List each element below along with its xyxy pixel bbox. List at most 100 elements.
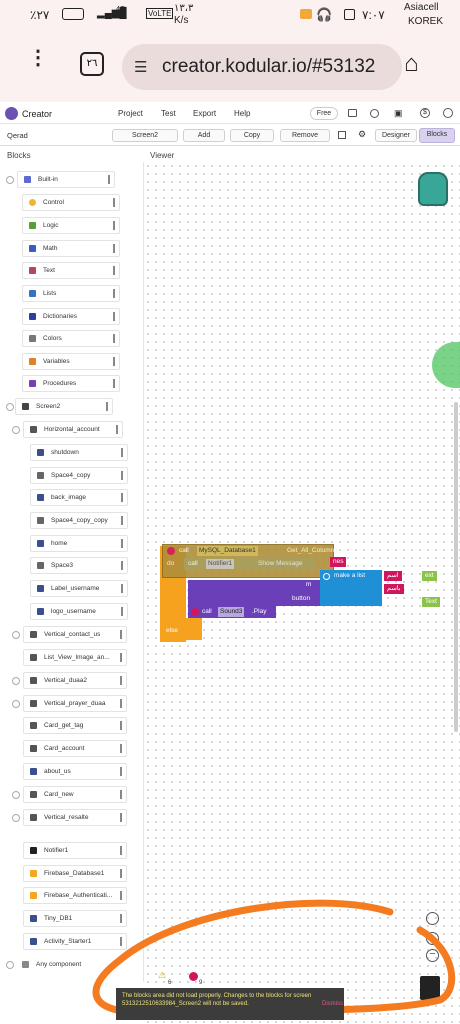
add-screen-button[interactable]: Add (183, 129, 225, 142)
list-item-text-1[interactable]: اسم (384, 571, 402, 581)
error-icon (167, 547, 175, 555)
sidebar-item-procedures[interactable]: Procedures (22, 375, 120, 392)
blocks-pane-title: Blocks (7, 151, 31, 160)
card-new-expand-icon[interactable] (12, 791, 20, 799)
sidebar-item-vertical-contact-us[interactable]: Vertical_contact_us (23, 626, 127, 643)
list-item-value-1[interactable]: ext (422, 571, 437, 581)
remove-screen-button[interactable]: Remove (280, 129, 330, 142)
menu-project[interactable]: Project (118, 109, 143, 118)
gift-icon[interactable]: ▣ (394, 108, 403, 119)
url-field[interactable]: ☰ creator.kodular.io/#53132 (122, 44, 402, 90)
card-icon (30, 791, 37, 798)
sidebar-item-colors[interactable]: Colors (22, 330, 120, 347)
list-item-text-2[interactable]: باسم (384, 584, 404, 594)
sidebar-item-list-view[interactable]: List_View_Image_an... (23, 649, 127, 666)
if-else-footer[interactable]: else (160, 618, 202, 640)
builtin-expand-icon[interactable] (6, 176, 14, 184)
logic-icon (29, 222, 36, 229)
vertical-contact-expand-icon[interactable] (12, 631, 20, 639)
sidebar-item-control[interactable]: Control (22, 194, 120, 211)
designer-button[interactable]: Designer (375, 129, 417, 142)
folder-icon[interactable] (348, 109, 357, 117)
menu-export[interactable]: Export (193, 109, 216, 118)
settings-icon[interactable]: ⚙ (358, 129, 366, 140)
whatsapp-bubble-icon[interactable] (432, 342, 460, 388)
sidebar-item-logo-username[interactable]: logo_username (30, 603, 128, 620)
sidebar-item-variables[interactable]: Variables (22, 353, 120, 370)
any-component-icon (22, 961, 29, 968)
blocks-button[interactable]: Blocks (419, 128, 455, 143)
call-sound-block[interactable]: call Sound3 .Play (188, 606, 276, 618)
notifier-dropdown[interactable]: Notifier1 (206, 559, 235, 569)
text-nes-block[interactable]: nes (330, 557, 347, 567)
sidebar-item-dictionaries[interactable]: Dictionaries (22, 308, 120, 325)
sidebar-item-space4-copy-copy[interactable]: Space4_copy_copy (30, 512, 128, 529)
call-label: call (179, 547, 189, 554)
sidebar-item-label-username[interactable]: Label_username (30, 580, 128, 597)
url-text[interactable]: creator.kodular.io/#53132 (162, 56, 398, 78)
dismiss-button[interactable]: Dismiss (322, 1000, 343, 1008)
sidebar-item-logic[interactable]: Logic (22, 217, 120, 234)
plan-badge[interactable]: Free (310, 107, 338, 120)
sidebar-item-text[interactable]: Text (22, 262, 120, 279)
account-icon[interactable] (443, 108, 453, 118)
sidebar-item-horizontal-account[interactable]: Horizontal_account (23, 421, 123, 438)
workspace-scrollbar[interactable] (454, 402, 458, 732)
palette-icon[interactable] (370, 109, 379, 118)
sidebar-item-back-image[interactable]: back_image (30, 489, 128, 506)
sidebar-item-notifier1[interactable]: Notifier1 (23, 842, 127, 859)
sidebar-item-screen2[interactable]: Screen2 (15, 398, 113, 415)
sidebar-item-home[interactable]: home (30, 535, 128, 552)
space-icon (37, 472, 44, 479)
backpack-icon[interactable] (418, 172, 448, 206)
tabs-count-button[interactable]: ٢٦ (80, 52, 104, 76)
call-label-2: call (188, 560, 198, 567)
kebab-menu-icon[interactable]: ⋮ (28, 48, 48, 68)
database-icon (30, 915, 37, 922)
sidebar-item-vertical-duaa2[interactable]: Vertical_duaa2 (23, 672, 127, 689)
procedures-icon (29, 380, 36, 387)
sidebar-item-builtin[interactable]: Built-in (17, 171, 115, 188)
sidebar-item-space3[interactable]: Space3 (30, 557, 128, 574)
vertical-resalte-expand-icon[interactable] (12, 814, 20, 822)
dollar-icon[interactable]: $ (420, 108, 430, 118)
mysql-component-dropdown[interactable]: MySQL_Database1 (197, 546, 258, 556)
sidebar-item-vertical-prayer-duaa[interactable]: Vertical_prayer_duaa (23, 695, 127, 712)
battery-percent: ٪٢٧ (30, 8, 50, 22)
sidebar-item-card-get-tag[interactable]: Card_get_tag (23, 717, 127, 734)
site-settings-icon[interactable]: ☰ (134, 58, 147, 76)
sidebar-item-vertical-resalte[interactable]: Vertical_resalte (23, 809, 127, 826)
vertical-prayer-expand-icon[interactable] (12, 700, 20, 708)
copy-screen-button[interactable]: Copy (230, 129, 274, 142)
make-a-list-block[interactable]: make a list (320, 570, 382, 606)
preview-icon[interactable] (338, 131, 346, 139)
call-label-3: call (202, 608, 212, 615)
button-event-block[interactable]: m button (188, 580, 320, 606)
vertical-icon (30, 631, 37, 638)
status-bar: ٪٢٧ ▂▄▆█ 4G VoLTE ١٣،٣ K/s 🎧 ٧:٠٧ Asiace… (0, 0, 460, 32)
sidebar-item-math[interactable]: Math (22, 240, 120, 257)
builtin-icon (24, 176, 31, 183)
home-icon[interactable]: ⌂ (404, 50, 419, 78)
sidebar-item-card-account[interactable]: Card_account (23, 740, 127, 757)
space-icon (37, 562, 44, 569)
menu-test[interactable]: Test (161, 109, 176, 118)
call-notifier-block[interactable]: call Notifier1 Show Message (184, 558, 316, 570)
sidebar-item-lists[interactable]: Lists (22, 285, 120, 302)
menu-help[interactable]: Help (234, 109, 250, 118)
sidebar-item-card-new[interactable]: Card_new (23, 786, 127, 803)
volte-badge: VoLTE (146, 8, 174, 19)
sidebar-item-space4-copy[interactable]: Space4_copy (30, 467, 128, 484)
vertical-duaa2-expand-icon[interactable] (12, 677, 20, 685)
sidebar-item-firebase-database1[interactable]: Firebase_Database1 (23, 865, 127, 882)
screen-selector[interactable]: Screen2 (112, 129, 178, 142)
sidebar-item-about-us[interactable]: about_us (23, 763, 127, 780)
screen-expand-icon[interactable] (6, 403, 14, 411)
carrier-name-2: KOREK (408, 16, 444, 27)
gear-icon[interactable] (323, 573, 330, 580)
horizontal-account-expand-icon[interactable] (12, 426, 20, 434)
any-component-expand-icon[interactable] (6, 961, 14, 969)
list-item-value-3[interactable]: Text (422, 597, 440, 607)
sound-dropdown[interactable]: Sound3 (218, 607, 245, 617)
sidebar-item-shutdown[interactable]: shutdown (30, 444, 128, 461)
